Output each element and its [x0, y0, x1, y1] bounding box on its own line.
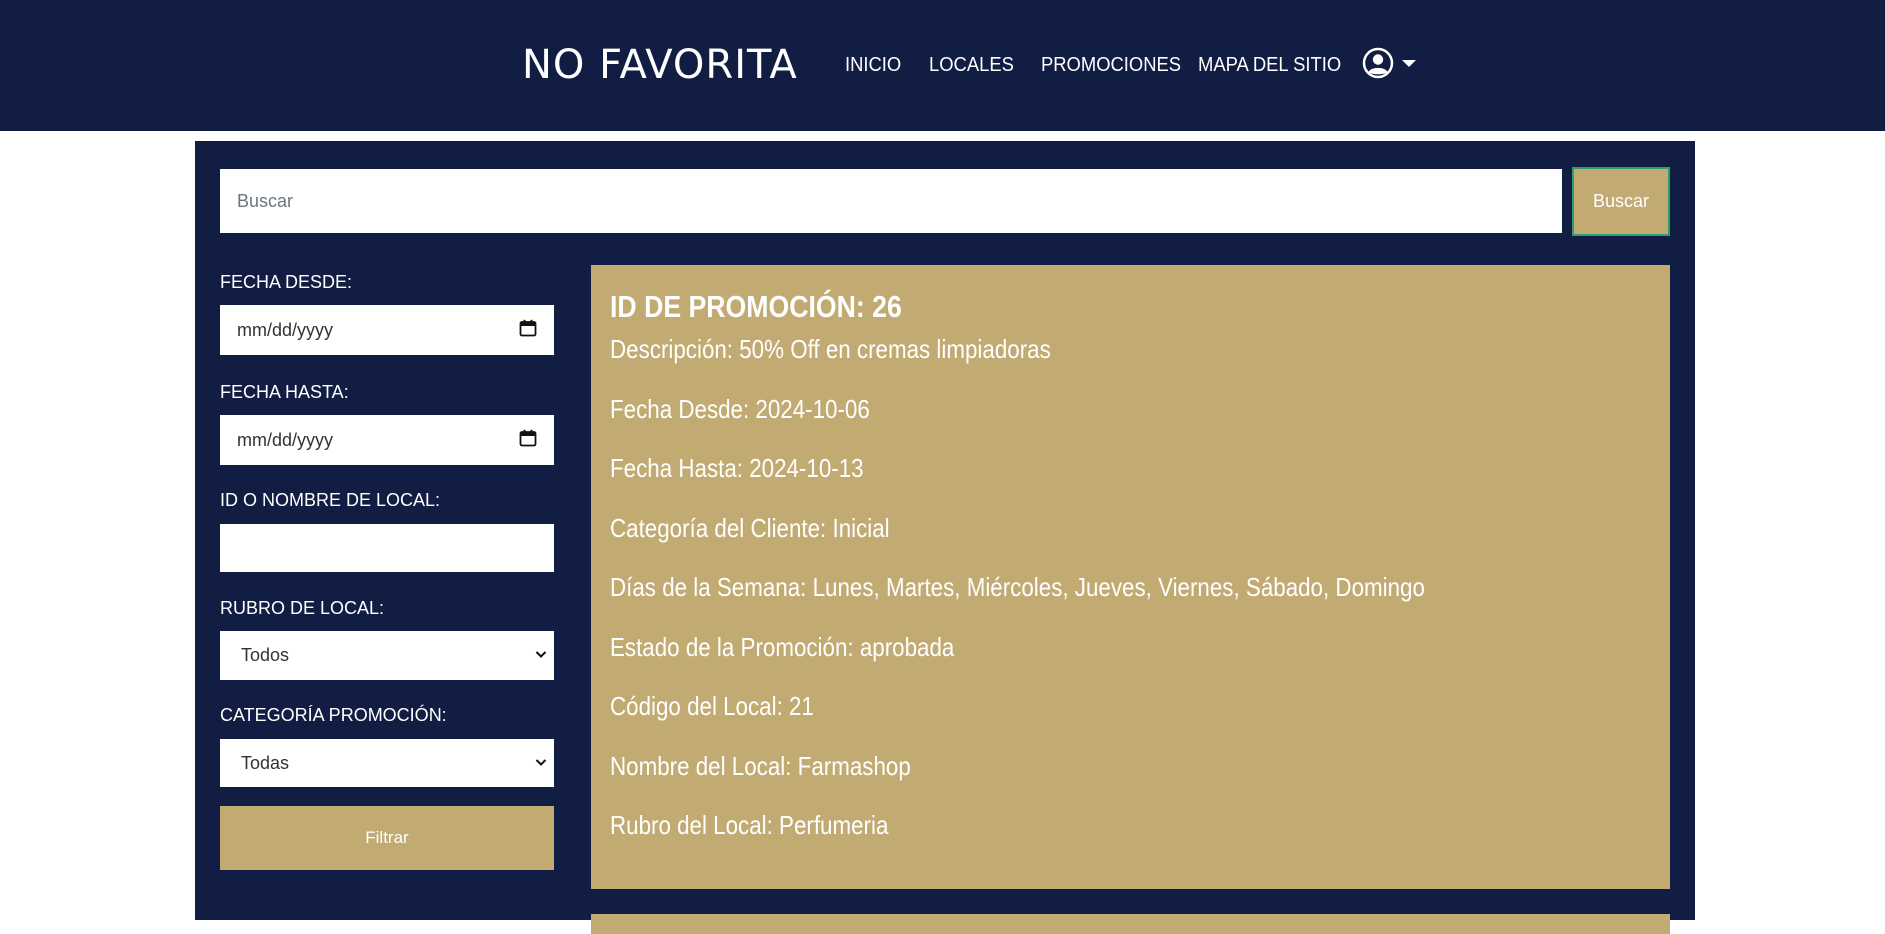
search-input[interactable] — [220, 169, 1562, 233]
calendar-icon[interactable] — [519, 429, 537, 452]
local-label: ID O NOMBRE DE LOCAL: — [220, 490, 441, 510]
calendar-icon[interactable] — [519, 319, 537, 342]
promotion-fecha-desde: Fecha Desde: 2024-10-06 — [610, 393, 870, 424]
categoria-select[interactable]: Todas — [220, 739, 554, 787]
chevron-down-icon — [534, 753, 548, 774]
categoria-label: CATEGORÍA PROMOCIÓN: — [220, 705, 447, 725]
main-nav: INICIO LOCALES PROMOCIONES MAPA DEL SITI… — [845, 50, 1365, 80]
search-button[interactable]: Buscar — [1572, 167, 1670, 236]
promotion-dias-semana: Días de la Semana: Lunes, Martes, Miérco… — [610, 572, 1425, 602]
nav-link-inicio[interactable]: INICIO — [845, 50, 901, 80]
rubro-selected-value: Todos — [241, 645, 290, 665]
promotion-fecha-hasta: Fecha Hasta: 2024-10-13 — [610, 453, 864, 483]
fecha-hasta-input[interactable]: mm/dd/yyyy — [220, 415, 554, 465]
user-menu-toggle[interactable] — [1362, 46, 1422, 80]
chevron-down-icon — [534, 645, 548, 666]
fecha-desde-placeholder: mm/dd/yyyy — [237, 319, 334, 340]
site-logo[interactable]: NO FAVORITA — [522, 42, 798, 88]
local-input[interactable] — [220, 524, 554, 572]
fecha-hasta-placeholder: mm/dd/yyyy — [237, 429, 334, 450]
filter-button[interactable]: Filtrar — [220, 806, 554, 870]
nav-link-promociones[interactable]: PROMOCIONES — [1041, 50, 1181, 80]
promotion-nombre-local: Nombre del Local: Farmashop — [610, 750, 911, 781]
fecha-desde-input[interactable]: mm/dd/yyyy — [220, 305, 554, 355]
nav-link-locales[interactable]: LOCALES — [929, 50, 1014, 80]
promotion-codigo-local: Código del Local: 21 — [610, 691, 814, 721]
top-navbar: NO FAVORITA INICIO LOCALES PROMOCIONES M… — [0, 0, 1885, 131]
promotion-estado: Estado de la Promoción: aprobada — [610, 631, 955, 662]
promotion-categoria-cliente: Categoría del Cliente: Inicial — [610, 512, 890, 543]
categoria-selected-value: Todas — [241, 752, 290, 773]
promotion-rubro-local: Rubro del Local: Perfumeria — [610, 810, 889, 840]
promotion-id-title: ID DE PROMOCIÓN: 26 — [610, 289, 902, 324]
promotion-description: Descripción: 50% Off en cremas limpiador… — [610, 334, 1051, 364]
next-promotion-card — [591, 914, 1670, 934]
user-circle-icon — [1362, 47, 1394, 79]
promotions-panel: Buscar FECHA DESDE: mm/dd/yyyy FECHA HAS… — [195, 141, 1695, 934]
fecha-hasta-label: FECHA HASTA: — [220, 382, 349, 402]
rubro-select[interactable]: Todos — [220, 631, 554, 680]
rubro-label: RUBRO DE LOCAL: — [220, 598, 385, 618]
nav-link-mapa-del-sitio[interactable]: MAPA DEL SITIO — [1198, 50, 1341, 80]
fecha-desde-label: FECHA DESDE: — [220, 272, 353, 292]
promotion-card: ID DE PROMOCIÓN: 26 Descripción: 50% Off… — [591, 265, 1670, 889]
caret-down-icon — [1402, 59, 1416, 67]
